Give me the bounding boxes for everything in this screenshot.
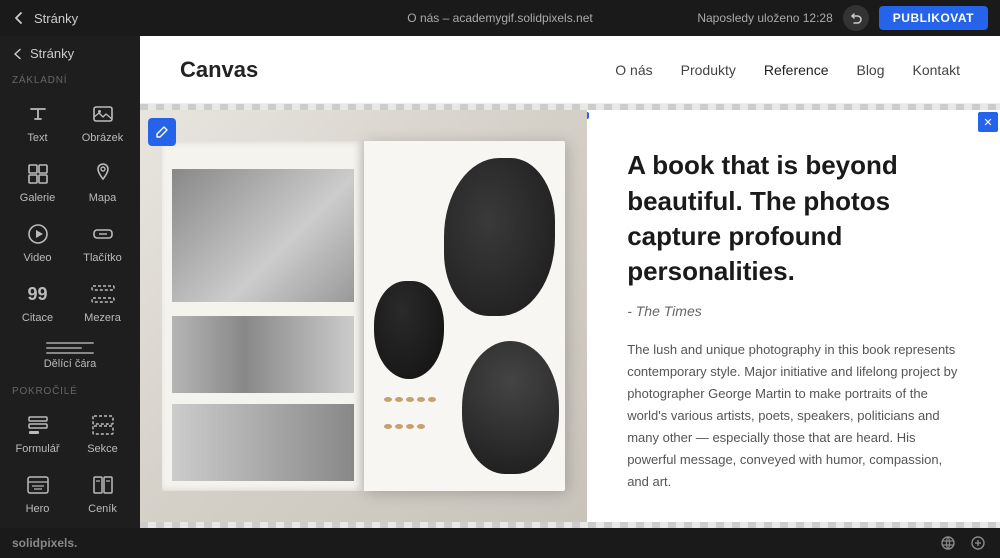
sidebar-quote-label: Citace <box>22 312 53 324</box>
bottom-bar: solidpixels. <box>0 528 1000 558</box>
sidebar-basic-grid: Text Obrázek <box>0 90 140 332</box>
image-icon <box>89 100 117 128</box>
book-spread <box>162 141 564 491</box>
sidebar-item-gallery[interactable]: Galerie <box>6 152 69 210</box>
sidebar-pages-label: Stránky <box>30 46 74 61</box>
photo-strip-bottom <box>172 404 353 481</box>
sidebar-price-label: Ceník <box>88 503 117 515</box>
section-advanced-label: POKROČILÉ <box>0 378 140 401</box>
price-icon <box>89 471 117 499</box>
quote-icon: 99 <box>24 280 52 308</box>
sidebar-advanced-grid: Formulář Sekce <box>0 401 140 528</box>
sidebar-item-button[interactable]: Tlačítko <box>71 212 134 270</box>
map-icon <box>89 160 117 188</box>
sidebar-text-label: Text <box>27 132 47 144</box>
sidebar-gallery-label: Galerie <box>20 192 55 204</box>
top-bar: Stránky O nás – academygif.solidpixels.n… <box>0 0 1000 36</box>
sidebar-item-map[interactable]: Mapa <box>71 152 134 210</box>
quote-body: The lush and unique photography in this … <box>627 339 960 494</box>
sidebar-video-label: Video <box>24 252 52 264</box>
sidebar-item-space[interactable]: Mezera <box>71 272 134 330</box>
sidebar-item-video[interactable]: Video <box>6 212 69 270</box>
sidebar-item-quote[interactable]: 99 Citace <box>6 272 69 330</box>
space-icon <box>89 280 117 308</box>
add-icon[interactable] <box>968 533 988 553</box>
nav-link-contact[interactable]: Kontakt <box>913 62 960 78</box>
quote-source: - The Times <box>627 303 960 319</box>
button-icon <box>89 220 117 248</box>
teapot-object <box>444 158 555 316</box>
sidebar-item-divider[interactable]: Dělící čára <box>6 334 134 376</box>
book-background <box>140 110 587 522</box>
close-button[interactable]: ✕ <box>978 112 998 132</box>
photo-strip-middle <box>172 316 353 393</box>
nav-link-blog[interactable]: Blog <box>856 62 884 78</box>
sidebar-space-label: Mezera <box>84 312 121 324</box>
sidebar-item-price[interactable]: Ceník <box>71 463 134 521</box>
book-right-page <box>364 141 565 491</box>
nav-link-reference[interactable]: Reference <box>764 62 829 78</box>
publish-button[interactable]: PUBLIKOVAT <box>879 6 988 30</box>
canvas-text-content: A book that is beyond beautiful. The pho… <box>587 110 1000 522</box>
sidebar-item-hero[interactable]: Hero <box>6 463 69 521</box>
sidebar-divider-grid: Dělící čára <box>0 332 140 378</box>
sidebar: Stránky ZÁKLADNÍ Text <box>0 36 140 528</box>
sidebar-pages-back[interactable]: Stránky <box>0 36 140 67</box>
section-basic-label: ZÁKLADNÍ <box>0 67 140 90</box>
text-icon <box>24 100 52 128</box>
sidebar-item-image[interactable]: Obrázek <box>71 92 134 150</box>
top-bar-right: Naposledy uloženo 12:28 PUBLIKOVAT <box>697 5 988 31</box>
cup-object <box>374 281 444 379</box>
sidebar-button-label: Tlačítko <box>83 252 122 264</box>
quote-headline: A book that is beyond beautiful. The pho… <box>627 148 960 288</box>
brand-label: solidpixels. <box>12 536 77 550</box>
canvas-border-bottom <box>140 522 1000 528</box>
sidebar-hero-label: Hero <box>26 503 50 515</box>
canvas-image <box>140 110 587 522</box>
divider-icon <box>46 342 94 354</box>
photo-strip-top <box>172 169 353 302</box>
sidebar-item-text[interactable]: Text <box>6 92 69 150</box>
hero-icon <box>24 471 52 499</box>
undo-button[interactable] <box>843 5 869 31</box>
canvas-logo: Canvas <box>180 57 258 83</box>
video-icon <box>24 220 52 248</box>
save-status: Naposledy uloženo 12:28 <box>697 11 832 25</box>
sidebar-section-label: Sekce <box>87 443 118 455</box>
pages-label: Stránky <box>34 11 78 26</box>
sidebar-item-form[interactable]: Formulář <box>6 403 69 461</box>
edit-button[interactable] <box>148 118 176 146</box>
nav-link-products[interactable]: Produkty <box>681 62 736 78</box>
almonds-object <box>384 397 444 450</box>
current-url: O nás – academygif.solidpixels.net <box>407 11 592 25</box>
sidebar-divider-label: Dělící čára <box>44 358 97 370</box>
form-icon <box>24 411 52 439</box>
sidebar-map-label: Mapa <box>89 192 117 204</box>
pages-back-button[interactable]: Stránky <box>12 11 78 26</box>
bottom-actions <box>938 533 988 553</box>
sidebar-image-label: Obrázek <box>82 132 124 144</box>
canvas-content: ✕ <box>140 110 1000 522</box>
globe-icon[interactable] <box>938 533 958 553</box>
nav-link-about[interactable]: O nás <box>615 62 652 78</box>
sidebar-item-section[interactable]: Sekce <box>71 403 134 461</box>
section-icon <box>89 411 117 439</box>
gallery-icon <box>24 160 52 188</box>
canvas-area: Canvas O nás Produkty Reference Blog Kon… <box>140 36 1000 528</box>
book-left-page <box>162 141 363 491</box>
bowl-object <box>462 341 559 474</box>
main-area: Stránky ZÁKLADNÍ Text <box>0 36 1000 528</box>
sidebar-form-label: Formulář <box>15 443 59 455</box>
canvas-nav-links: O nás Produkty Reference Blog Kontakt <box>615 62 960 78</box>
canvas-nav: Canvas O nás Produkty Reference Blog Kon… <box>140 36 1000 104</box>
